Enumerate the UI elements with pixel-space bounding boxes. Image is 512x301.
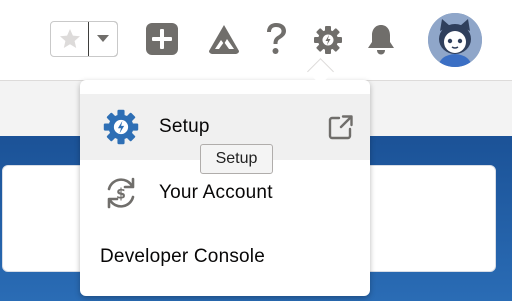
menu-item-developer-console[interactable]: Developer Console [80, 226, 370, 288]
gear-bolt-icon [102, 108, 140, 146]
setup-menu: Setup $ Your Account Developer Console [80, 80, 370, 296]
favorites-dropdown-button[interactable] [88, 22, 117, 56]
notifications-button[interactable] [364, 22, 398, 56]
help-icon [267, 23, 286, 54]
bell-icon [368, 25, 394, 55]
star-icon [59, 29, 80, 48]
chevron-down-icon [97, 35, 109, 42]
external-link-icon[interactable] [328, 114, 354, 140]
avatar[interactable] [428, 13, 482, 67]
svg-text:$: $ [116, 187, 126, 203]
global-header [0, 0, 512, 81]
trailhead-button[interactable] [206, 22, 242, 56]
help-button[interactable] [262, 20, 290, 58]
setup-gear-button[interactable] [312, 24, 344, 56]
add-icon [146, 23, 178, 55]
setup-tooltip: Setup [200, 144, 273, 174]
menu-item-label: Your Account [159, 182, 273, 203]
user-avatar-icon [428, 13, 482, 67]
favorites-star-button[interactable] [51, 22, 89, 56]
favorites-button-group [50, 21, 118, 57]
global-actions-button[interactable] [145, 22, 179, 56]
account-refresh-dollar-icon: $ [102, 174, 140, 212]
gear-icon [314, 26, 342, 54]
menu-item-label: Developer Console [100, 246, 265, 267]
menu-item-label: Setup [159, 116, 210, 137]
trailhead-icon [209, 25, 239, 54]
